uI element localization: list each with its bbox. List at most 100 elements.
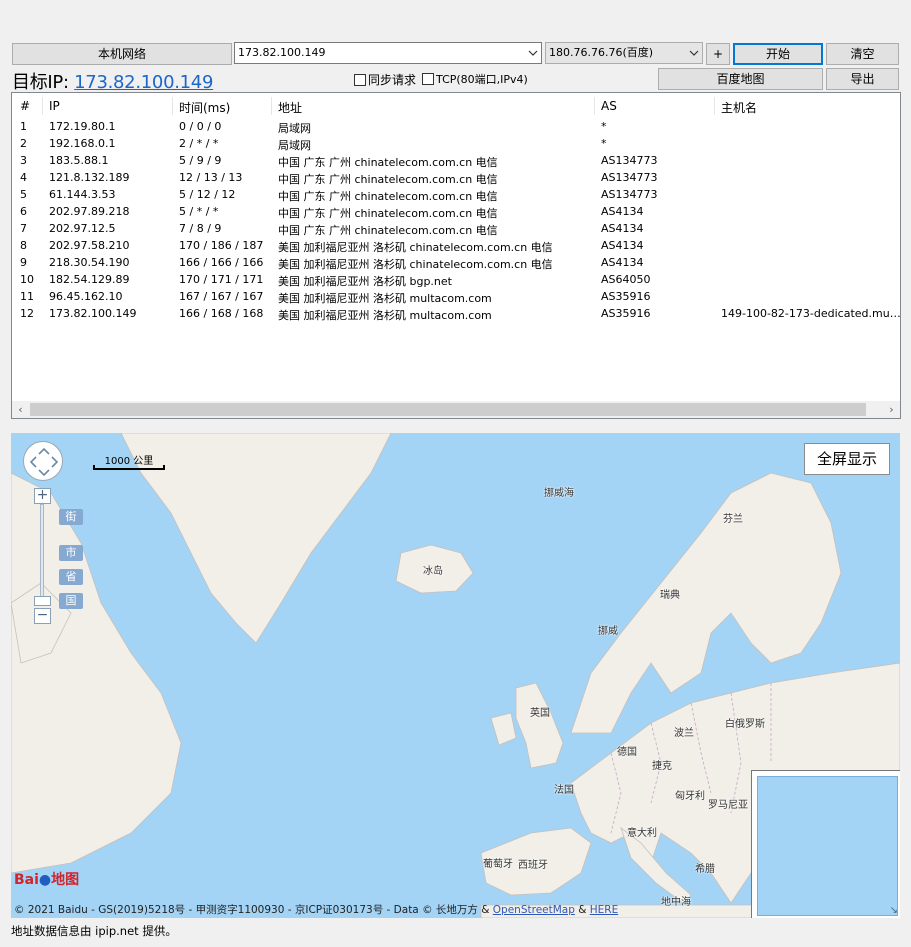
cell-address: 中国 广东 广州 chinatelecom.com.cn 电信 (278, 173, 498, 186)
overview-map-viewport[interactable] (757, 776, 898, 916)
add-button[interactable]: + (706, 43, 730, 65)
map-scale-bar: 1000 公里 (93, 452, 165, 470)
sync-request-checkbox[interactable]: 同步请求 (354, 71, 416, 88)
chevron-down-icon (528, 50, 538, 56)
cell-as: AS4134 (601, 239, 644, 252)
table-row[interactable]: 7 202.97.12.5 7 / 8 / 9 中国 广东 广州 chinatelec… (12, 220, 900, 237)
zoom-slider-track[interactable] (40, 504, 44, 604)
checkbox-box[interactable] (422, 73, 434, 85)
cell-time: 5 / 12 / 12 (179, 188, 236, 201)
scroll-left-icon[interactable]: ‹ (12, 401, 29, 418)
table-header: # IP 时间(ms) 地址 AS 主机名 (12, 97, 900, 115)
overview-map[interactable]: ↘ (751, 770, 900, 918)
dns-server-combo[interactable]: 180.76.76.76(百度) (545, 42, 703, 64)
column-header-address[interactable]: 地址 (278, 99, 302, 116)
cell-time: 0 / 0 / 0 (179, 120, 222, 133)
cell-ip: 183.5.88.1 (49, 154, 109, 167)
cell-index: 5 (20, 188, 27, 201)
table-row[interactable]: 4 121.8.132.189 12 / 13 / 13 中国 广东 广州 china… (12, 169, 900, 186)
baidu-map-button[interactable]: 百度地图 (658, 68, 823, 90)
cell-address: 美国 加利福尼亚州 洛杉矶 chinatelecom.com.cn 电信 (278, 241, 553, 254)
cell-ip: 61.144.3.53 (49, 188, 116, 201)
zoom-level-city[interactable]: 市 (59, 545, 83, 561)
table-row[interactable]: 9 218.30.54.190 166 / 166 / 166 美国 加利福尼亚州 洛… (12, 254, 900, 271)
cell-index: 1 (20, 120, 27, 133)
cell-ip: 173.82.100.149 (49, 307, 137, 320)
tcp-label: TCP(80端口,IPv4) (436, 73, 528, 86)
cell-time: 167 / 167 / 167 (179, 290, 264, 303)
column-header-index[interactable]: # (20, 99, 30, 113)
table-row[interactable]: 11 96.45.162.10 167 / 167 / 167 美国 加利福尼亚州 洛… (12, 288, 900, 305)
trace-results-table[interactable]: # IP 时间(ms) 地址 AS 主机名 1 172.19.80.1 0 / 0 … (11, 92, 901, 419)
cell-index: 3 (20, 154, 27, 167)
cell-index: 12 (20, 307, 34, 320)
table-row[interactable]: 5 61.144.3.53 5 / 12 / 12 中国 广东 广州 chinatel… (12, 186, 900, 203)
start-button[interactable]: 开始 (733, 43, 823, 65)
zoom-in-button[interactable]: + (34, 488, 51, 504)
dns-server-combo-value: 180.76.76.76(百度) (549, 46, 654, 59)
table-row[interactable]: 10 182.54.129.89 170 / 171 / 171 美国 加利福尼亚州 … (12, 271, 900, 288)
cell-time: 166 / 166 / 166 (179, 256, 264, 269)
cell-ip: 192.168.0.1 (49, 137, 116, 150)
cell-ip: 121.8.132.189 (49, 171, 130, 184)
cell-time: 12 / 13 / 13 (179, 171, 243, 184)
cell-time: 170 / 186 / 187 (179, 239, 264, 252)
map-label: 法国 (554, 785, 574, 796)
local-network-button[interactable]: 本机网络 (12, 43, 232, 65)
openstreetmap-link[interactable]: OpenStreetMap (493, 904, 575, 916)
map-label: 白俄罗斯 (725, 719, 765, 730)
column-header-as[interactable]: AS (601, 99, 617, 113)
zoom-slider-handle[interactable] (34, 596, 51, 606)
cell-index: 8 (20, 239, 27, 252)
table-row[interactable]: 1 172.19.80.1 0 / 0 / 0 局域网 * (12, 118, 900, 135)
target-ip-combo[interactable]: 173.82.100.149 (234, 42, 542, 64)
cell-as: AS134773 (601, 154, 658, 167)
scrollbar-thumb[interactable] (30, 403, 866, 416)
cell-as: * (601, 120, 607, 133)
cell-address: 局域网 (278, 139, 311, 152)
cell-as: AS4134 (601, 205, 644, 218)
cell-as: AS134773 (601, 188, 658, 201)
zoom-out-button[interactable]: − (34, 608, 51, 624)
cell-index: 7 (20, 222, 27, 235)
target-ip-link[interactable]: 173.82.100.149 (74, 72, 213, 93)
zoom-control[interactable]: + − (34, 488, 52, 628)
clear-button[interactable]: 清空 (826, 43, 899, 65)
column-header-time[interactable]: 时间(ms) (179, 99, 230, 116)
cell-as: AS134773 (601, 171, 658, 184)
table-row[interactable]: 2 192.168.0.1 2 / * / * 局域网 * (12, 135, 900, 152)
cell-index: 6 (20, 205, 27, 218)
scroll-right-icon[interactable]: › (883, 401, 900, 418)
map-pan-control[interactable] (23, 441, 63, 481)
collapse-overview-icon[interactable]: ↘ (890, 905, 898, 916)
zoom-level-province[interactable]: 省 (59, 569, 83, 585)
here-link[interactable]: HERE (590, 904, 618, 916)
zoom-level-street[interactable]: 街 (59, 509, 83, 525)
cell-as: * (601, 137, 607, 150)
cell-address: 中国 广东 广州 chinatelecom.com.cn 电信 (278, 207, 498, 220)
map-label: 意大利 (627, 828, 657, 839)
column-header-ip[interactable]: IP (49, 99, 60, 113)
cell-ip: 202.97.58.210 (49, 239, 130, 252)
table-row[interactable]: 8 202.97.58.210 170 / 186 / 187 美国 加利福尼亚州 洛… (12, 237, 900, 254)
sync-request-label: 同步请求 (368, 73, 417, 87)
cell-address: 美国 加利福尼亚州 洛杉矶 bgp.net (278, 275, 452, 288)
checkbox-box[interactable] (354, 73, 366, 86)
baidu-map[interactable]: 挪威海 芬兰 冰岛 瑞典 挪威 英国 波兰 白俄罗斯 德国 捷克 法国 匈牙利 … (11, 433, 900, 918)
export-button[interactable]: 导出 (826, 68, 899, 90)
map-label: 波兰 (674, 728, 694, 739)
fullscreen-button[interactable]: 全屏显示 (804, 443, 890, 475)
map-label: 挪威海 (544, 488, 574, 499)
cell-hostname: 149-100-82-173-dedicated.multacom.com (721, 307, 900, 320)
table-row[interactable]: 3 183.5.88.1 5 / 9 / 9 中国 广东 广州 chinateleco… (12, 152, 900, 169)
map-label: 英国 (530, 708, 550, 719)
cell-index: 10 (20, 273, 34, 286)
column-header-hostname[interactable]: 主机名 (721, 99, 900, 116)
tcp-checkbox[interactable]: TCP(80端口,IPv4) (422, 71, 528, 87)
map-label: 瑞典 (660, 590, 680, 601)
table-row[interactable]: 12 173.82.100.149 166 / 168 / 168 美国 加利福尼亚州… (12, 305, 900, 322)
table-row[interactable]: 6 202.97.89.218 5 / * / * 中国 广东 广州 chinatel… (12, 203, 900, 220)
horizontal-scrollbar[interactable]: ‹ › (12, 401, 900, 418)
map-label: 地中海 (661, 897, 691, 908)
zoom-level-country[interactable]: 国 (59, 593, 83, 609)
